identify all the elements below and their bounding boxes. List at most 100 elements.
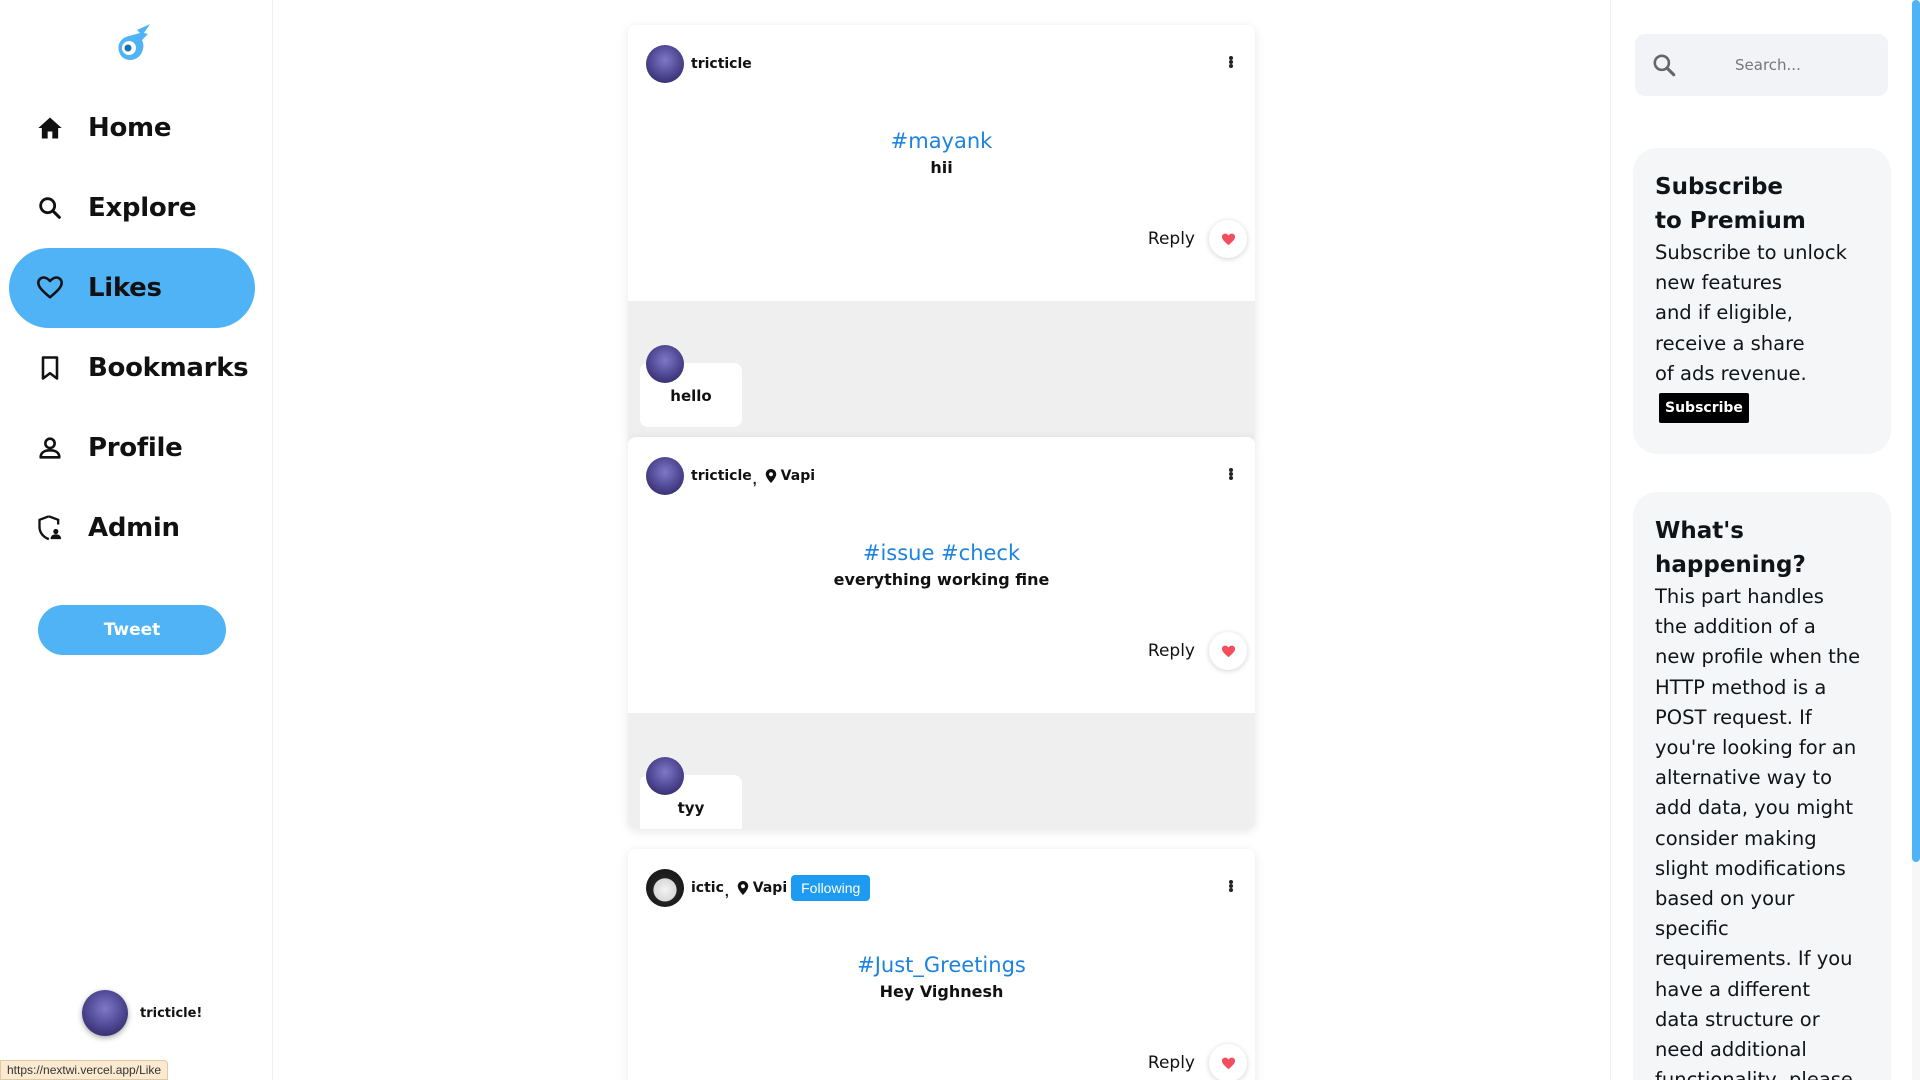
post-card: tricticle #mayank hii Reply hello <box>628 25 1255 442</box>
comments-section: hello <box>628 301 1255 442</box>
happening-title-line2: happening? <box>1655 552 1806 578</box>
search-icon <box>36 192 80 224</box>
rocket-logo-icon[interactable] <box>110 22 154 66</box>
more-options-icon[interactable] <box>1223 53 1239 71</box>
happening-body-line: functionality, please <box>1655 1068 1853 1080</box>
heart-icon <box>36 272 80 304</box>
reply-button[interactable]: Reply <box>1148 1053 1195 1073</box>
happening-body-line: specific <box>1655 917 1729 941</box>
bookmark-icon <box>36 352 80 384</box>
tweet-button[interactable]: Tweet <box>38 605 226 655</box>
separator: , <box>724 883 729 899</box>
sidebar-item-label: Bookmarks <box>88 353 249 383</box>
post-hashtag[interactable]: #Just_Greetings <box>628 953 1255 977</box>
location-pin-icon <box>765 469 776 483</box>
premium-body-line: of ads revenue. <box>1655 361 1807 385</box>
happening-body-line: new profile when the <box>1655 645 1861 669</box>
status-bar-url: https://nextwi.vercel.app/Like <box>0 1060 169 1080</box>
happening-body-line: alternative way to <box>1655 766 1833 790</box>
happening-body-line: POST request. If <box>1655 705 1812 729</box>
post-author[interactable]: ictic <box>691 880 724 896</box>
premium-title-line2: to Premium <box>1655 208 1806 234</box>
separator: , <box>752 471 757 487</box>
comment-text: hello <box>670 387 712 405</box>
happening-body-line: the addition of a <box>1655 615 1816 639</box>
reply-button[interactable]: Reply <box>1148 641 1195 661</box>
happening-body-line: HTTP method is a <box>1655 675 1827 699</box>
more-options-icon[interactable] <box>1223 465 1239 483</box>
happening-body-line: data structure or <box>1655 1007 1820 1031</box>
happening-body-line: add data, you might <box>1655 796 1854 820</box>
heart-filled-icon <box>1221 645 1235 657</box>
sidebar-item-home[interactable]: Home <box>9 88 255 168</box>
avatar[interactable] <box>646 345 684 383</box>
avatar[interactable] <box>646 45 684 83</box>
like-button[interactable] <box>1209 1044 1247 1080</box>
premium-body-line: new features <box>1655 271 1783 295</box>
comments-section: tyy <box>628 713 1255 829</box>
search-icon <box>1653 54 1676 77</box>
sidebar-item-admin[interactable]: Admin <box>9 488 255 568</box>
post-hashtag[interactable]: #issue #check <box>628 541 1255 565</box>
comment-item: tyy <box>640 757 742 829</box>
post-author[interactable]: tricticle <box>691 56 752 72</box>
sidebar-item-profile[interactable]: Profile <box>9 408 255 488</box>
premium-title-line1: Subscribe <box>1655 174 1784 200</box>
comment-text: tyy <box>677 799 705 817</box>
home-icon <box>36 112 80 144</box>
scrollbar-thumb[interactable] <box>1912 0 1920 862</box>
avatar[interactable] <box>646 757 684 795</box>
heart-filled-icon <box>1221 1057 1235 1069</box>
admin-shield-icon <box>36 512 80 544</box>
sidebar-item-label: Explore <box>88 193 197 223</box>
like-button[interactable] <box>1209 632 1247 670</box>
post-location: Vapi <box>737 880 787 896</box>
person-icon <box>36 432 80 464</box>
more-options-icon[interactable] <box>1223 877 1239 895</box>
post-hashtag[interactable]: #mayank <box>628 129 1255 153</box>
post-header: tricticle <box>646 45 752 83</box>
avatar[interactable] <box>646 869 684 907</box>
location-pin-icon <box>737 881 749 895</box>
post-text: Hey Vighnesh <box>879 982 1004 1001</box>
right-column: Subscribe to Premium Subscribe to unlock… <box>1610 0 1920 1080</box>
like-button[interactable] <box>1209 220 1247 258</box>
post-author[interactable]: tricticle <box>691 468 752 484</box>
happening-body-line: need additional <box>1655 1038 1807 1062</box>
current-user-name: tricticle! <box>140 1005 203 1021</box>
sidebar-item-likes[interactable]: Likes <box>9 248 255 328</box>
sidebar-item-label: Likes <box>88 273 162 303</box>
post-card: tricticle , Vapi #issue #check everythin… <box>628 437 1255 829</box>
avatar[interactable] <box>646 457 684 495</box>
happening-body-line: This part handles <box>1655 585 1824 608</box>
avatar <box>82 990 128 1036</box>
post-text: everything working fine <box>833 570 1050 589</box>
post-card: ictic , Vapi Following #Just_Greetings H… <box>628 849 1255 1080</box>
sidebar-item-explore[interactable]: Explore <box>9 168 255 248</box>
scrollbar[interactable] <box>1912 0 1920 1080</box>
happening-body-line: based on your <box>1655 887 1795 911</box>
reply-button[interactable]: Reply <box>1148 229 1195 249</box>
search-input[interactable] <box>1735 56 1885 74</box>
happening-body-line: you're looking for an <box>1655 736 1857 760</box>
heart-filled-icon <box>1221 233 1235 245</box>
whats-happening-panel: What's happening? This part handles the … <box>1633 492 1891 1080</box>
post-location: Vapi <box>765 468 815 484</box>
current-user-menu[interactable]: tricticle! <box>82 990 202 1036</box>
happening-body-line: have a different <box>1655 977 1811 1001</box>
premium-body-line: and if eligible, <box>1655 301 1793 325</box>
post-header: tricticle , Vapi <box>646 457 815 495</box>
subscribe-button[interactable]: Subscribe <box>1659 393 1749 424</box>
left-sidebar: Home Explore Likes Bookmarks Profile Adm… <box>0 0 273 1080</box>
sidebar-item-label: Admin <box>88 513 180 543</box>
comment-item: hello <box>640 345 742 427</box>
sidebar-item-bookmarks[interactable]: Bookmarks <box>9 328 255 408</box>
sidebar-item-label: Home <box>88 113 172 143</box>
search-box[interactable] <box>1635 34 1888 96</box>
post-location-text: Vapi <box>780 468 816 484</box>
happening-body-line: requirements. If you <box>1655 947 1853 971</box>
sidebar-item-label: Profile <box>88 433 183 463</box>
premium-panel: Subscribe to Premium Subscribe to unlock… <box>1633 148 1891 454</box>
following-badge[interactable]: Following <box>791 875 871 901</box>
happening-title-line1: What's <box>1655 518 1744 544</box>
